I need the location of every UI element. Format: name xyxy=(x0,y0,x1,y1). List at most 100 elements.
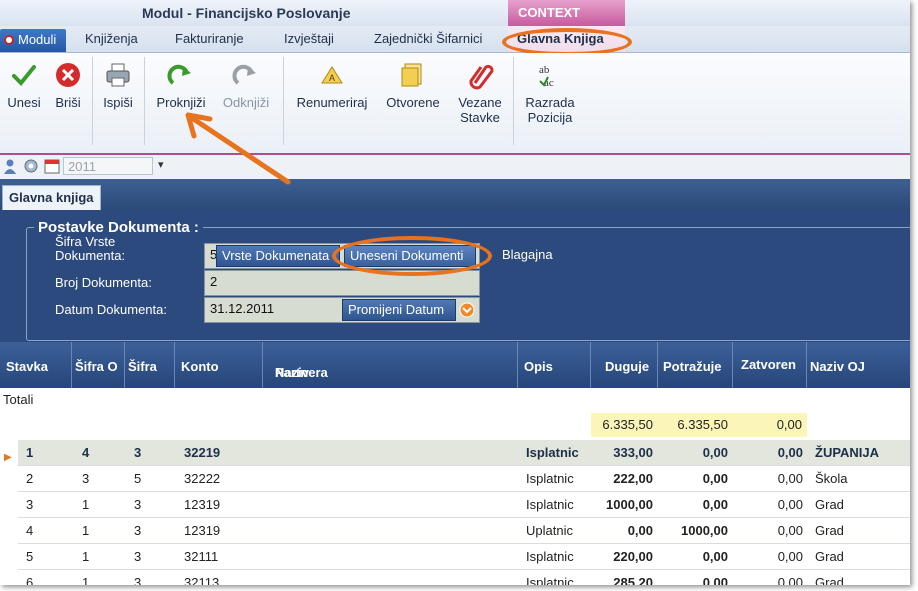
otvorene-button[interactable]: Otvorene xyxy=(382,61,444,110)
table-row[interactable]: 5 1 3 32111 Isplatnic 220,00 0,00 0,00 G… xyxy=(18,544,910,570)
col-stavka[interactable]: Stavka xyxy=(0,342,72,388)
check-icon xyxy=(12,65,36,86)
cell-konto: 32113 xyxy=(184,575,220,585)
cell-duguje: 0,00 xyxy=(627,523,653,538)
ribbon-separator xyxy=(92,57,93,145)
razrada-pozicija-button[interactable]: ab ac Razrada Pozicija xyxy=(521,61,579,125)
proknjizi-label: Proknjiži xyxy=(156,95,206,110)
col-potrazuje[interactable]: Potražuje xyxy=(658,342,733,388)
col-zatvoren-label: Zatvoren xyxy=(741,357,796,372)
calendar-icon[interactable] xyxy=(44,158,60,174)
user-icon[interactable] xyxy=(2,158,18,174)
open-documents-icon xyxy=(401,63,422,87)
col-sifra[interactable]: Šifra xyxy=(125,342,175,388)
document-tab-strip: Glavna knjiga xyxy=(0,179,910,211)
redo-green-icon xyxy=(167,64,191,85)
highlight-glavna-knjiga-tab xyxy=(502,28,632,56)
table-row[interactable]: 1 4 3 32219 Isplatnic 333,00 0,00 0,00 Ž… xyxy=(18,440,910,466)
otvorene-label: Otvorene xyxy=(386,95,440,110)
cell-duguje: 220,00 xyxy=(613,549,653,564)
col-potrazuje-label: Potražuje xyxy=(663,359,722,374)
renumeriraj-button[interactable]: A Renumeriraj xyxy=(292,61,372,110)
table-row[interactable]: 3 1 3 12319 Isplatnic 1000,00 0,00 0,00 … xyxy=(18,492,910,518)
table-row[interactable]: 6 1 3 32113 Isplatnic 285,20 0,00 0,00 G… xyxy=(18,570,910,585)
col-stavka-label: Stavka xyxy=(6,359,48,374)
cell-potrazuje: 0,00 xyxy=(702,445,728,460)
razrada-label-line2: Pozicija xyxy=(527,110,573,125)
chevron-down-icon[interactable]: ▾ xyxy=(158,158,164,171)
application-window: Modul - Financijsko Poslovanje CONTEXT M… xyxy=(0,0,910,585)
cell-sifra-o: 1 xyxy=(82,575,90,585)
cell-naziv-oj: Grad xyxy=(815,575,844,585)
brisi-button[interactable]: Briši xyxy=(52,61,84,110)
datum-value: 31.12.2011 xyxy=(210,301,275,316)
cell-stavka: 3 xyxy=(26,497,34,512)
ispisi-label: Ispiši xyxy=(103,95,133,110)
document-type-name: Blagajna xyxy=(502,247,553,262)
year-field[interactable]: 2011 xyxy=(63,157,153,175)
cell-duguje: 285,20 xyxy=(613,575,653,585)
cell-potrazuje: 0,00 xyxy=(702,549,728,564)
tab-moduli[interactable]: Moduli xyxy=(0,29,66,52)
dropdown-circle-icon[interactable] xyxy=(459,302,475,318)
col-konto[interactable]: Konto xyxy=(175,342,263,388)
cell-sifra: 3 xyxy=(134,575,142,585)
col-sifra-o[interactable]: Šifra O xyxy=(72,342,125,388)
datum-dokumenta-label: Datum Dokumenta: xyxy=(55,302,167,317)
cell-sifra: 3 xyxy=(134,497,142,512)
cell-zatvoren: 0,00 xyxy=(777,575,803,585)
grid-header: Stavka Šifra O Šifra Konto Naziv Partnera… xyxy=(0,342,910,388)
ribbon-separator xyxy=(144,57,145,145)
cell-sifra-o: 3 xyxy=(82,471,90,486)
cell-sifra: 5 xyxy=(134,471,142,486)
cell-stavka: 1 xyxy=(26,445,34,460)
renumber-icon: A xyxy=(321,66,343,84)
title-bar: Modul - Financijsko Poslovanje CONTEXT xyxy=(0,0,910,26)
unesi-button[interactable]: Unesi xyxy=(6,61,42,110)
cell-duguje: 222,00 xyxy=(613,471,653,486)
cell-naziv-oj: Grad xyxy=(815,523,844,538)
col-naziv-oj[interactable]: Naziv OJ xyxy=(807,342,910,388)
col-duguje[interactable]: Duguje xyxy=(591,342,658,388)
settings-gear-icon[interactable] xyxy=(23,158,39,174)
renumeriraj-label: Renumeriraj xyxy=(296,95,368,110)
broj-dokumenta-label: Broj Dokumenta: xyxy=(55,275,152,290)
cell-duguje: 1000,00 xyxy=(606,497,653,512)
cell-konto: 12319 xyxy=(184,523,221,538)
promijeni-datum-button[interactable]: Promijeni Datum xyxy=(342,299,456,321)
cell-naziv-oj: Škola xyxy=(815,471,848,486)
tab-zajednicki-sifarnici[interactable]: Zajednički Šifarnici xyxy=(374,31,482,46)
cell-zatvoren: 0,00 xyxy=(777,497,803,512)
cell-konto: 12319 xyxy=(184,497,221,512)
col-opis[interactable]: Opis xyxy=(518,342,591,388)
proknjizi-button[interactable]: Proknjiži xyxy=(153,61,209,110)
table-row[interactable]: 4 1 3 12319 Uplatnic 0,00 1000,00 0,00 G… xyxy=(18,518,910,544)
totals-label: Totali xyxy=(3,392,34,407)
sifra-vrste-label: Šifra Vrste Dokumenta: xyxy=(55,235,125,263)
quick-access-bar: 2011 ▾ xyxy=(0,155,910,179)
col-naziv-partnera[interactable]: Naziv Partnera xyxy=(263,342,518,388)
cell-konto: 32222 xyxy=(184,471,221,486)
ribbon: Unesi Briši Ispiši Proknjiži Odknjiži A … xyxy=(0,53,910,155)
vrste-dokumenata-button[interactable]: Vrste Dokumenata xyxy=(216,245,340,267)
annotation-arrow-icon xyxy=(185,112,291,185)
col-duguje-label: Duguje xyxy=(605,359,650,374)
vezane-stavke-button[interactable]: Vezane Stavke xyxy=(454,61,506,125)
cell-stavka: 6 xyxy=(26,575,34,585)
svg-text:ab: ab xyxy=(539,64,550,76)
tab-izvjestaji[interactable]: Izvještaji xyxy=(284,31,334,46)
odknjizi-button[interactable]: Odknjiži xyxy=(219,61,273,110)
table-row[interactable]: 2 3 5 32222 Isplatnic 222,00 0,00 0,00 Š… xyxy=(18,466,910,492)
context-tab-header: CONTEXT xyxy=(508,0,625,26)
cell-opis: Isplatnic xyxy=(526,497,574,512)
tab-glavna-knjiga-document[interactable]: Glavna knjiga xyxy=(2,185,101,211)
window-title: Modul - Financijsko Poslovanje xyxy=(142,5,351,21)
tab-knjizenja[interactable]: Knjiženja xyxy=(85,31,138,46)
cell-zatvoren: 0,00 xyxy=(777,523,803,538)
cell-potrazuje: 0,00 xyxy=(702,497,728,512)
tab-moduli-label: Moduli xyxy=(18,32,57,47)
col-zatvoren[interactable]: Zatvoren xyxy=(733,342,807,388)
cell-opis: Isplatnic xyxy=(526,575,574,585)
tab-fakturiranje[interactable]: Fakturiranje xyxy=(175,31,244,46)
ispisi-button[interactable]: Ispiši xyxy=(100,61,136,110)
